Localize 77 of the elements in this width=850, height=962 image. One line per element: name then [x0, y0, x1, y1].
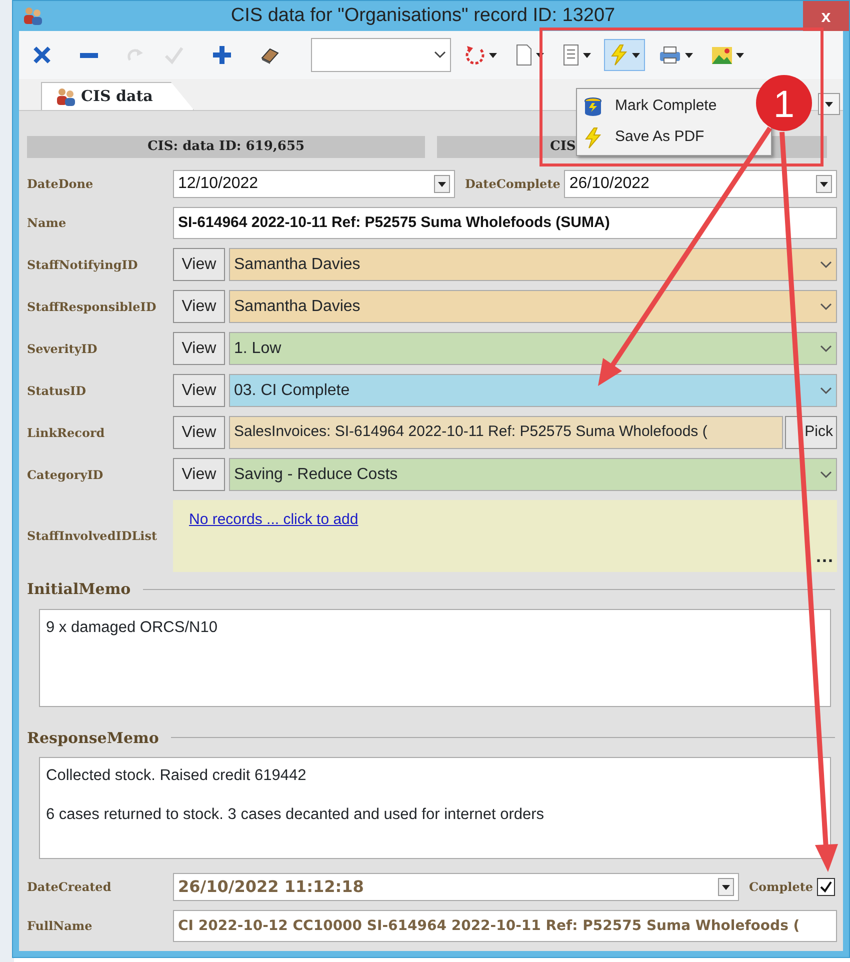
view-button[interactable]: View — [173, 416, 225, 449]
tab[interactable]: CIS data — [41, 82, 194, 110]
text-field[interactable]: CI 2022-10-12 CC10000 SI-614964 2022-10-11 Ref: P52575 Suma Wholefoods ( — [173, 910, 837, 942]
people-icon — [56, 86, 76, 106]
section-heading: ResponseMemo — [27, 728, 159, 748]
checkmark-icon — [164, 45, 184, 65]
date-field[interactable]: 26/10/2022 11:12:18 — [173, 873, 739, 901]
field-label: Name — [27, 215, 68, 232]
field-label: DateComplete — [465, 176, 560, 193]
field-label: FullName — [27, 918, 94, 935]
view-button[interactable]: View — [173, 374, 225, 407]
dropdown-button[interactable] — [816, 175, 832, 193]
complete-checkbox[interactable] — [817, 878, 836, 896]
field-label: DateDone — [27, 176, 94, 193]
delete-icon — [32, 45, 52, 65]
field-label: StaffResponsibleID — [27, 298, 158, 316]
window-title: CIS data for "Organisations" record ID: 13207 — [230, 4, 616, 28]
select-field[interactable]: Samantha Davies — [229, 248, 837, 281]
field-label: LinkRecord — [27, 424, 106, 442]
field-label: StaffNotifyingID — [27, 256, 139, 274]
more-button[interactable]: ... — [816, 543, 834, 570]
field-label: Complete — [749, 879, 814, 896]
date-field[interactable]: 12/10/2022 — [173, 170, 455, 198]
caret-icon — [632, 52, 640, 58]
printer-icon — [658, 45, 682, 65]
text-field[interactable]: SI-614964 2022-10-11 Ref: P52575 Suma Wholefoods (SUMA) — [173, 207, 837, 239]
pick-button[interactable]: Pick — [785, 416, 837, 449]
chevron-icon — [820, 302, 832, 310]
select-field[interactable]: 1. Low — [229, 332, 837, 365]
memo-field[interactable]: 9 x damaged ORCS/N10 — [39, 608, 831, 706]
people-icon — [23, 6, 43, 26]
view-button[interactable]: View — [173, 332, 225, 365]
field-label: DateCreated — [27, 879, 112, 896]
minus-icon — [80, 52, 98, 58]
field-label: SeverityID — [27, 340, 98, 358]
caret-icon — [825, 102, 833, 106]
chevron-icon — [820, 470, 832, 478]
caret-icon — [438, 182, 446, 186]
dropdown-button[interactable] — [434, 175, 450, 193]
caret-icon — [489, 52, 497, 58]
view-button[interactable]: View — [173, 248, 225, 281]
report-icon — [562, 44, 580, 66]
chevron-icon — [820, 260, 832, 268]
close-button[interactable]: x — [803, 1, 849, 31]
view-button[interactable]: View — [173, 290, 225, 323]
add-link[interactable]: No records ... click to add — [189, 511, 358, 528]
lightning-icon — [609, 44, 629, 66]
view-button[interactable]: View — [173, 458, 225, 491]
add-icon — [212, 45, 232, 65]
checkmark-icon — [820, 881, 832, 893]
field-label: CategoryID — [27, 466, 104, 484]
caret-icon — [583, 52, 591, 58]
link-field[interactable]: SalesInvoices: SI-614964 2022-10-11 Ref: P52575 Suma Wholefoods ( — [229, 416, 783, 449]
callout-badge: 1 — [756, 75, 812, 131]
date-field[interactable]: 26/10/2022 — [564, 170, 837, 198]
chevron-icon — [434, 51, 446, 59]
select-field[interactable]: Samantha Davies — [229, 290, 837, 323]
field-label: StatusID — [27, 382, 88, 400]
field-label: StaffInvolvedIDList — [27, 528, 158, 545]
caret-icon — [820, 182, 828, 186]
refresh-icon — [464, 44, 486, 66]
header-bar: CIS: data ID: 619,655 — [27, 136, 425, 158]
document-icon — [515, 44, 533, 66]
database-icon — [583, 96, 603, 116]
chevron-icon — [820, 344, 832, 352]
caret-icon — [685, 52, 693, 58]
select-field[interactable]: 03. CI Complete — [229, 374, 837, 407]
picture-icon — [711, 44, 733, 66]
memo-field[interactable]: Collected stock. Raised credit 619442 6 cases returned to stock. 3 cases decanted and used for internet orders — [39, 757, 831, 859]
caret-icon — [736, 52, 744, 58]
caret-icon — [722, 884, 730, 890]
dropdown-button[interactable] — [718, 878, 734, 896]
lightning-icon — [583, 126, 603, 148]
select-field[interactable]: Saving - Reduce Costs — [229, 458, 837, 491]
section-heading: InitialMemo — [27, 579, 131, 600]
menu-item[interactable]: Mark Complete — [577, 91, 721, 122]
chevron-icon — [820, 386, 832, 394]
